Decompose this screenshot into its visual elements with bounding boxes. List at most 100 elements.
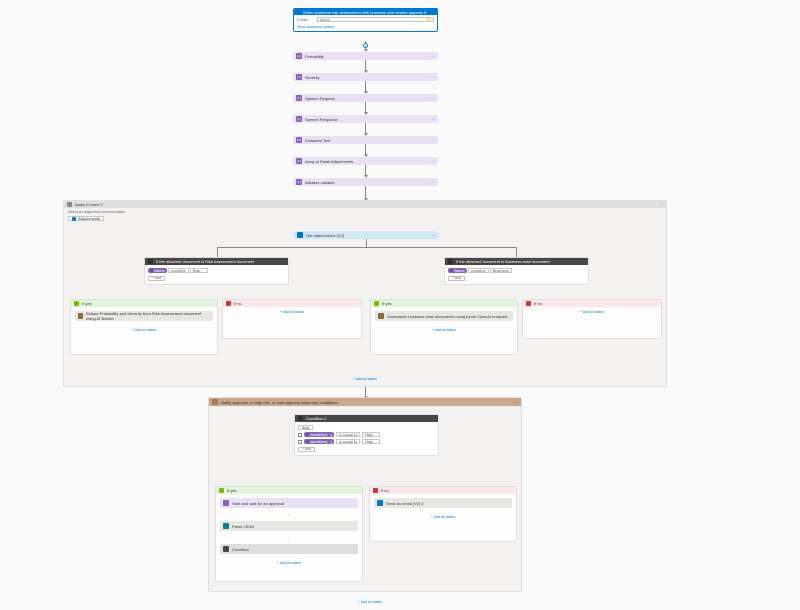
variable-icon: {x} bbox=[296, 137, 302, 143]
variable-icon: {x} bbox=[296, 158, 302, 164]
add-action-link[interactable]: Add an action bbox=[216, 558, 362, 568]
step-menu-icon[interactable]: ⋯ bbox=[514, 400, 518, 405]
add-action-link[interactable]: Add an action bbox=[223, 307, 361, 317]
connector-arrow bbox=[365, 186, 366, 199]
add-action-link[interactable]: Add an action bbox=[64, 374, 666, 384]
condition-icon bbox=[223, 546, 229, 552]
folder-field[interactable]: Inbox📁 bbox=[317, 17, 434, 22]
outlook-icon bbox=[297, 232, 303, 238]
var-step-init[interactable]: {x}Initialize variable⋯ bbox=[293, 178, 438, 186]
var-step-probability[interactable]: {x}Probability⋯ bbox=[293, 52, 438, 60]
step-menu-icon[interactable]: ⋯ bbox=[431, 180, 435, 185]
variable-icon: {x} bbox=[296, 179, 302, 185]
connector-line bbox=[366, 239, 367, 247]
expr-operator[interactable]: contains bbox=[468, 268, 489, 273]
step-menu-icon[interactable]: ⋯ bbox=[659, 202, 663, 207]
row-checkbox[interactable] bbox=[298, 440, 302, 444]
folder-label: Folder bbox=[297, 17, 317, 22]
add-row-button[interactable]: + Add bbox=[448, 276, 465, 281]
get-attachments-step[interactable]: Get attachments (V2)⋯ bbox=[294, 231, 439, 239]
action-summarize-openai[interactable]: Summarize business case documents using … bbox=[375, 311, 513, 321]
branch-no-2: If no Add an action bbox=[522, 299, 662, 339]
var-step-severity[interactable]: {x}Severity⋯ bbox=[293, 73, 438, 81]
expr-operator[interactable]: contains bbox=[168, 268, 189, 273]
data-icon bbox=[223, 523, 229, 529]
condition-icon bbox=[148, 259, 153, 264]
add-row-button[interactable]: + Add bbox=[148, 276, 165, 281]
trigger-card[interactable]: When someone risk assessment with busine… bbox=[293, 8, 438, 32]
var-step-extracted-text[interactable]: {x}Extracted Text⋯ bbox=[293, 136, 438, 144]
branch-yes-2: If yes Summarize business case documents… bbox=[370, 299, 518, 355]
expr-tag[interactable]: variables(...) bbox=[304, 439, 334, 444]
step-menu-icon[interactable]: ⋯ bbox=[431, 54, 435, 59]
ai-builder-icon bbox=[78, 313, 83, 319]
connector-arrow bbox=[365, 144, 366, 155]
add-row-button[interactable]: + Add bbox=[298, 447, 315, 452]
action-parse-json[interactable]: Parse JSON bbox=[220, 521, 358, 531]
yes-icon bbox=[374, 301, 379, 306]
branch-no-3: If no Send an email (V2) 2 Add an action bbox=[369, 486, 517, 542]
action-send-email[interactable]: Send an email (V2) 2 bbox=[374, 498, 512, 508]
add-action-link[interactable]: Add an action bbox=[71, 325, 217, 335]
advanced-link[interactable]: Show advanced options bbox=[297, 25, 334, 29]
var-step-speech-request[interactable]: {x}Speech Request⋯ bbox=[293, 94, 438, 102]
row-checkbox[interactable] bbox=[298, 433, 302, 437]
connector-line bbox=[217, 247, 218, 257]
connector-arrow: ↓ bbox=[216, 512, 362, 517]
expr-value[interactable]: Risk bbox=[190, 268, 208, 273]
add-action-link[interactable]: Add an action bbox=[340, 597, 400, 607]
expr-operator[interactable]: is equal to bbox=[336, 439, 360, 444]
condition-icon bbox=[298, 416, 303, 421]
and-pill[interactable]: And bbox=[298, 425, 313, 430]
connector-arrow bbox=[365, 387, 366, 397]
action-approval[interactable]: Start and wait for an approval bbox=[220, 498, 358, 508]
variable-icon: {x} bbox=[296, 74, 302, 80]
step-menu-icon[interactable]: ⋯ bbox=[431, 75, 435, 80]
connector-arrow bbox=[365, 81, 366, 92]
connector-line bbox=[217, 247, 517, 248]
apply-to-each-container: Apply to each 2⋯ Select an output from p… bbox=[63, 200, 667, 387]
add-step-button[interactable]: + bbox=[363, 43, 368, 48]
condition-risk-doc[interactable]: If the attached document is Risk Assessm… bbox=[144, 257, 289, 285]
connector-line bbox=[516, 247, 517, 257]
scope-header[interactable]: Notify approver on high risk, or auto-ap… bbox=[209, 398, 521, 406]
foreach-note: Select an output from previous steps bbox=[64, 208, 666, 216]
connector-arrow bbox=[365, 60, 366, 71]
step-menu-icon[interactable]: ⋯ bbox=[431, 159, 435, 164]
trigger-title: When someone risk assessment with busine… bbox=[303, 10, 426, 15]
action-condition[interactable]: Condition bbox=[220, 544, 358, 554]
condition-icon bbox=[448, 259, 453, 264]
condition-2[interactable]: Condition 2 And variables(...)is equal t… bbox=[294, 414, 439, 456]
apply-to-each-header[interactable]: Apply to each 2⋯ bbox=[64, 201, 666, 208]
outlook-icon bbox=[297, 10, 301, 14]
step-menu-icon[interactable]: ⋯ bbox=[431, 138, 435, 143]
no-icon bbox=[226, 301, 231, 306]
expr-value[interactable]: Business bbox=[490, 268, 512, 273]
variable-icon: {x} bbox=[296, 95, 302, 101]
expr-value[interactable]: High bbox=[362, 432, 380, 437]
condition-business-doc[interactable]: If the attached document is Business cas… bbox=[444, 257, 589, 285]
step-menu-icon[interactable]: ⋯ bbox=[431, 117, 435, 122]
foreach-output-pill[interactable]: Attachments bbox=[68, 216, 104, 221]
openai-icon bbox=[378, 313, 384, 319]
add-action-link[interactable]: Add an action bbox=[370, 512, 516, 522]
variable-icon: {x} bbox=[296, 116, 302, 122]
expr-tag[interactable]: variables(...) bbox=[304, 432, 334, 437]
add-action-link[interactable]: Add an action bbox=[523, 307, 661, 317]
var-step-array-attachments[interactable]: {x}Array of Email Attachments⋯ bbox=[293, 157, 438, 165]
add-action-link[interactable]: Add an action bbox=[371, 325, 517, 335]
connector-arrow bbox=[365, 123, 366, 134]
step-menu-icon[interactable]: ⋯ bbox=[431, 96, 435, 101]
connector-arrow bbox=[365, 165, 366, 176]
action-extract-ai[interactable]: Extract Probability and Severity from Ri… bbox=[75, 311, 213, 321]
loop-icon bbox=[67, 202, 72, 207]
expr-tag[interactable]: Name bbox=[448, 268, 467, 273]
outlook-icon bbox=[377, 500, 383, 506]
var-step-speech-response[interactable]: {x}Speech Response⋯ bbox=[293, 115, 438, 123]
branch-yes-3: If yes Start and wait for an approval ↓ … bbox=[215, 486, 363, 582]
folder-picker-icon[interactable]: 📁 bbox=[426, 17, 431, 22]
expr-value[interactable]: High bbox=[362, 439, 380, 444]
expr-operator[interactable]: is equal to bbox=[336, 432, 360, 437]
expr-tag[interactable]: Name bbox=[148, 268, 167, 273]
step-menu-icon[interactable]: ⋯ bbox=[432, 233, 436, 238]
